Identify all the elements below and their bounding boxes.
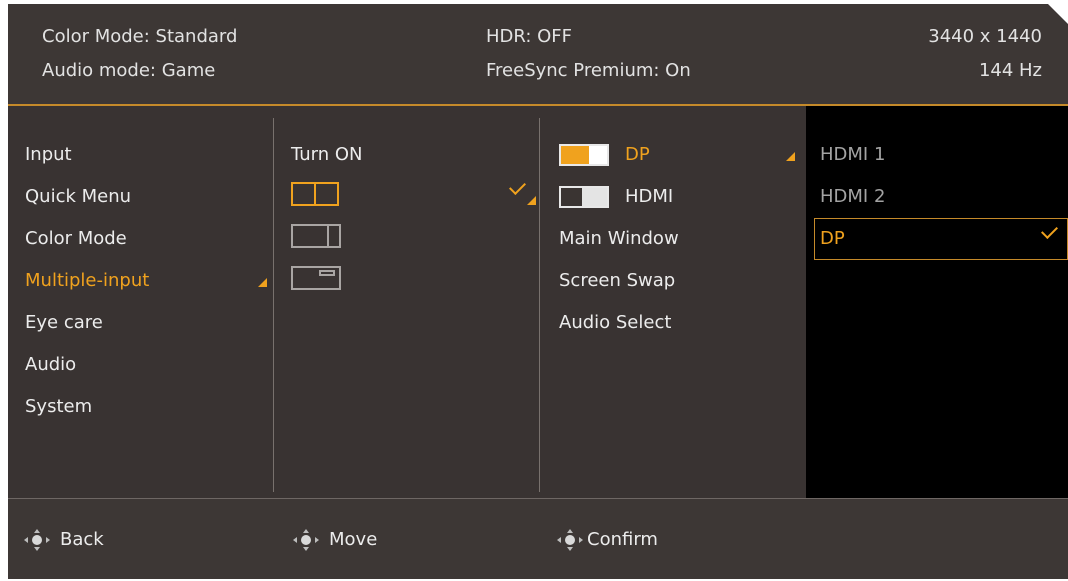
menu-item-eye-care[interactable]: Eye care (25, 312, 103, 333)
freesync-status: FreeSync Premium: On (486, 60, 691, 81)
column-divider (539, 118, 540, 492)
confirm-hint[interactable]: Confirm (557, 499, 658, 579)
dp-toggle-icon[interactable] (559, 144, 609, 166)
footer-hints: Back Move Confirm (8, 498, 1068, 579)
move-hint[interactable]: Move (293, 499, 378, 579)
status-header: Color Mode: Standard Audio mode: Game HD… (8, 4, 1068, 106)
color-mode-status: Color Mode: Standard (42, 26, 238, 47)
sub-item-hdmi-1[interactable]: HDMI 1 (820, 144, 885, 165)
sub-item-selected-frame[interactable] (814, 218, 1068, 260)
sub-item-hdmi-2[interactable]: HDMI 2 (820, 186, 885, 207)
monitor-osd: Color Mode: Standard Audio mode: Game HD… (8, 4, 1068, 579)
sub-item-dp[interactable]: DP (820, 228, 845, 249)
back-label: Back (60, 529, 104, 550)
joystick-icon (293, 528, 319, 551)
audio-mode-status: Audio mode: Game (42, 60, 216, 81)
source-item-dp[interactable]: DP (625, 144, 650, 165)
selected-caret-icon (258, 278, 267, 287)
resolution-status: 3440 x 1440 (928, 26, 1042, 47)
menu-item-multiple-input[interactable]: Multiple-input (25, 270, 149, 291)
hdr-status: HDR: OFF (486, 26, 573, 47)
checkmark-icon (509, 178, 526, 195)
confirm-label: Confirm (587, 529, 658, 550)
menu-area: Input Quick Menu Color Mode Multiple-inp… (8, 106, 1068, 498)
joystick-icon (24, 528, 50, 551)
move-label: Move (329, 529, 378, 550)
menu-item-input[interactable]: Input (25, 144, 72, 165)
turn-on-option[interactable]: Turn ON (291, 144, 363, 165)
pbp-split-icon[interactable] (291, 182, 339, 206)
selected-caret-icon (786, 152, 795, 161)
hdmi-toggle-icon[interactable] (559, 186, 609, 208)
menu-item-color-mode[interactable]: Color Mode (25, 228, 127, 249)
refresh-rate-status: 144 Hz (978, 60, 1042, 81)
column-divider (273, 118, 274, 492)
pbp-unequal-split-icon[interactable] (291, 224, 341, 248)
sub-menu: HDMI 1 HDMI 2 DP (806, 106, 1068, 498)
menu-item-audio[interactable]: Audio (25, 354, 76, 375)
menu-item-quick-menu[interactable]: Quick Menu (25, 186, 131, 207)
audio-select-option[interactable]: Audio Select (559, 312, 671, 333)
source-item-hdmi[interactable]: HDMI (625, 186, 673, 207)
selected-caret-icon (527, 196, 536, 205)
main-window-option[interactable]: Main Window (559, 228, 679, 249)
joystick-icon (557, 528, 583, 551)
screen-swap-option[interactable]: Screen Swap (559, 270, 675, 291)
menu-item-system[interactable]: System (25, 396, 92, 417)
pip-icon[interactable] (291, 266, 341, 290)
back-hint[interactable]: Back (24, 499, 104, 579)
